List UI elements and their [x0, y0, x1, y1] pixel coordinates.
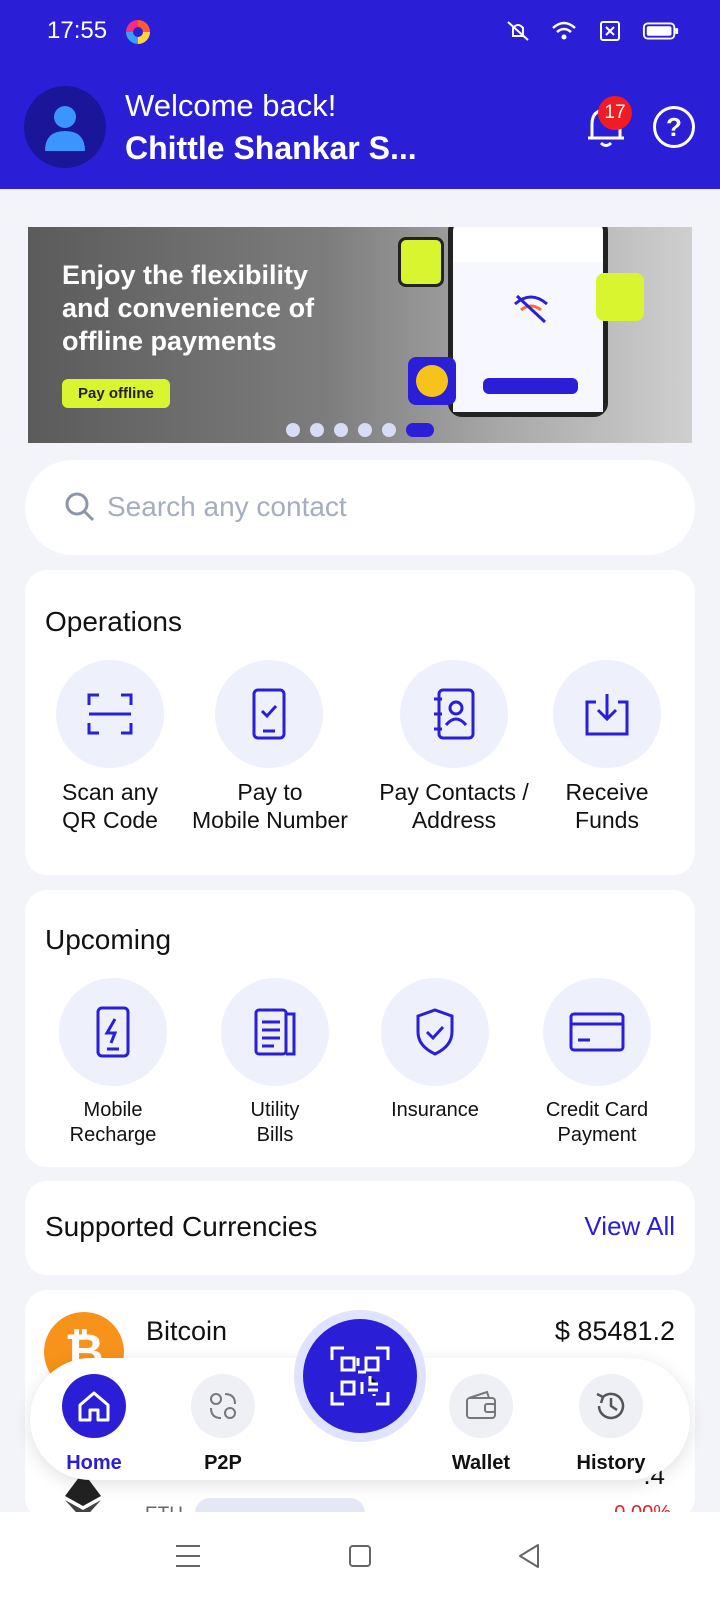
insurance-label: Insurance [391, 1099, 479, 1121]
thumbs-up-shield-icon [596, 273, 644, 321]
upcoming-title: Upcoming [45, 924, 172, 955]
utility-bills-label: Utility Bills [250, 1099, 300, 1146]
pay-contacts-label: Pay Contacts / Address [379, 779, 529, 833]
menu-icon[interactable] [172, 1540, 204, 1572]
status-icons [504, 18, 680, 44]
carousel-dot[interactable] [382, 423, 396, 437]
banner-line-1: Enjoy the flexibility [62, 260, 309, 290]
pay-offline-button[interactable]: Pay offline [62, 379, 170, 408]
wifi-icon [552, 21, 576, 40]
banner-headline: Enjoy the flexibility and convenience of… [62, 259, 372, 358]
qr-scan-icon [330, 1346, 390, 1406]
scan-icon [87, 693, 133, 735]
nav-wallet-label: Wallet [451, 1452, 511, 1474]
nav-wallet[interactable]: Wallet [426, 1374, 536, 1475]
user-name: Chittle Shankar S... [125, 130, 417, 166]
mute-icon [507, 21, 529, 41]
home-icon [78, 1391, 110, 1422]
welcome-text: Welcome back! [125, 88, 337, 123]
banner-line-3-rest: payments [143, 326, 277, 356]
upcoming-card: Upcoming Mobile Recharge Utility Bills I… [25, 890, 695, 1167]
carousel-dot[interactable] [334, 423, 348, 437]
back-icon[interactable] [514, 1540, 546, 1572]
carousel-dot[interactable] [310, 423, 324, 437]
search-icon [65, 492, 95, 522]
carousel-dot-active[interactable] [406, 423, 434, 437]
wallet-icon [466, 1390, 496, 1419]
bill-icon [254, 1008, 296, 1056]
receive-funds-button[interactable] [553, 660, 661, 768]
mobile-recharge-label: Mobile Recharge [69, 1099, 157, 1146]
sim-off-icon [600, 21, 620, 41]
battery-icon [642, 22, 679, 40]
mobile-recharge-button[interactable] [59, 978, 167, 1086]
pay-contacts-button[interactable] [400, 660, 508, 768]
banner-line-3-bold: offline [62, 326, 143, 356]
mobile-pay-icon [252, 688, 286, 740]
user-icon [45, 106, 85, 151]
banner-line-2: and convenience of [62, 293, 315, 323]
pay-mobile-label: Pay to Mobile Number [192, 779, 348, 833]
credit-card-icon [569, 1012, 625, 1052]
credit-card-button[interactable] [543, 978, 651, 1086]
carousel-dot[interactable] [358, 423, 372, 437]
carousel-dot[interactable] [286, 423, 300, 437]
nav-p2p-label: P2P [204, 1452, 242, 1474]
carousel-dots [286, 423, 434, 437]
app-header: 17:55 Welcome back! Chittle Shankar S...… [0, 0, 720, 189]
nav-home[interactable]: Home [39, 1374, 149, 1475]
wifi-off-icon [514, 294, 548, 324]
phone-illustration [448, 227, 608, 417]
mobile-recharge-icon [96, 1006, 130, 1058]
currency-name: Bitcoin [146, 1316, 228, 1346]
nav-p2p[interactable]: P2P [168, 1374, 278, 1475]
coin-icon [408, 357, 456, 405]
help-icon[interactable]: ? [653, 106, 695, 148]
status-time: 17:55 [47, 17, 108, 44]
currencies-header-card: Supported Currencies View All [25, 1181, 695, 1275]
nav-history-label: History [576, 1452, 646, 1474]
avatar[interactable] [24, 86, 106, 168]
nav-home-label: Home [66, 1452, 122, 1474]
system-navigation-bar [0, 1512, 720, 1600]
currency-price: $ 85481.2 [554, 1316, 675, 1346]
search-bar[interactable] [25, 460, 695, 555]
p2p-icon [210, 1393, 236, 1419]
credit-card-label: Credit Card Payment [545, 1099, 649, 1146]
notification-badge: 17 [598, 96, 632, 130]
scan-qr-button[interactable] [56, 660, 164, 768]
phone-hand-icon [398, 237, 444, 287]
browser-notification-icon [126, 20, 150, 44]
nav-history[interactable]: History [556, 1374, 666, 1475]
scan-qr-label: Scan any QR Code [62, 779, 158, 833]
currencies-title: Supported Currencies [45, 1211, 318, 1242]
qr-scan-button[interactable] [294, 1310, 426, 1442]
promo-banner[interactable]: Enjoy the flexibility and convenience of… [28, 227, 692, 443]
proceed-offline-mock-button [483, 378, 578, 394]
search-input[interactable] [107, 482, 647, 532]
pay-mobile-button[interactable] [215, 660, 323, 768]
operations-card: Operations Scan any QR Code Pay to Mobil… [25, 570, 695, 875]
operations-title: Operations [45, 606, 182, 637]
contacts-icon [434, 688, 475, 740]
insurance-button[interactable] [381, 978, 489, 1086]
history-icon [596, 1392, 625, 1420]
receive-funds-label: Receive Funds [565, 779, 649, 833]
status-bar: 17:55 [0, 0, 720, 64]
utility-bills-button[interactable] [221, 978, 329, 1086]
shield-icon [416, 1008, 454, 1056]
view-all-link[interactable]: View All [584, 1211, 675, 1242]
home-square-icon[interactable] [344, 1540, 376, 1572]
receive-icon [585, 694, 629, 736]
